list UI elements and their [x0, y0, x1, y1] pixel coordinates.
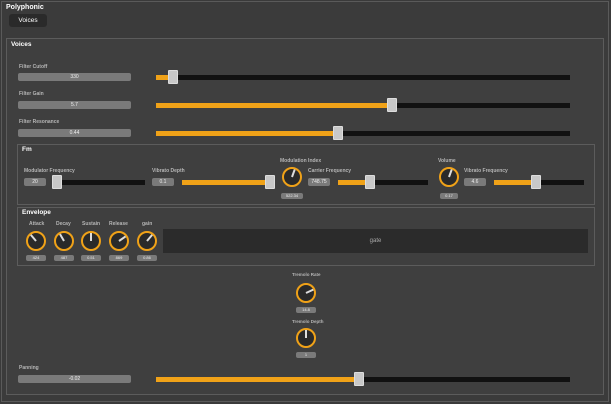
fm-panel [17, 144, 595, 205]
vibrato-depth-value[interactable]: 0.1 [152, 178, 174, 186]
carrier-frequency-value[interactable]: 748.75 [308, 178, 330, 186]
tab-voices[interactable]: Voices [9, 14, 47, 27]
knob-indicator [90, 233, 92, 241]
tremolo-rate-knob[interactable] [296, 283, 316, 303]
knob-indicator [305, 330, 307, 338]
slider-fill [156, 103, 392, 108]
gain-label: gain [142, 221, 153, 227]
tremolo-rate-value[interactable]: 14.8 [296, 307, 316, 313]
modulator-frequency-value[interactable]: 20 [24, 178, 46, 186]
sustain-label: Sustain [82, 221, 101, 227]
modulation-index-label: Modulation Index [280, 158, 322, 164]
slider-handle[interactable] [365, 175, 376, 189]
slider-handle[interactable] [353, 372, 364, 386]
vibrato-frequency-slider[interactable] [494, 175, 584, 189]
knob-indicator [30, 234, 37, 242]
decay-value[interactable]: 487 [54, 255, 74, 261]
tremolo-rate-label: Tremolo Rate [292, 272, 321, 277]
slider-handle[interactable] [386, 98, 397, 112]
vibrato-depth-slider[interactable] [182, 175, 275, 189]
sustain-knob[interactable] [81, 231, 101, 251]
modulator-frequency-slider[interactable] [52, 175, 145, 189]
attack-knob[interactable] [26, 231, 46, 251]
slider-fill [182, 180, 275, 185]
release-label: Release [109, 221, 128, 227]
volume-label: Volume [438, 158, 456, 164]
filter-resonance-slider[interactable] [156, 126, 570, 140]
filter-cutoff-label: Filter Cutoff [19, 64, 48, 70]
modulator-frequency-label: Modulator Frequency [24, 168, 75, 174]
tremolo-depth-label: Tremolo Depth [292, 319, 324, 324]
knob-indicator [118, 235, 127, 242]
volume-knob[interactable] [439, 167, 459, 187]
filter-cutoff-slider[interactable] [156, 70, 570, 84]
panning-value[interactable]: -0.02 [18, 375, 131, 383]
tremolo-depth-value[interactable]: 1 [296, 352, 316, 358]
envelope-title: Envelope [22, 209, 51, 216]
sustain-value[interactable]: 0.51 [81, 255, 101, 261]
release-value[interactable]: 869 [109, 255, 129, 261]
filter-resonance-label: Filter Resonance [19, 119, 60, 125]
slider-fill [494, 180, 537, 185]
gate-button[interactable]: gate [163, 229, 588, 253]
slider-handle[interactable] [333, 126, 344, 140]
fm-title: Fm [22, 146, 32, 153]
volume-value[interactable]: 0.17 [440, 193, 458, 199]
filter-resonance-value[interactable]: 0.44 [18, 129, 131, 137]
slider-handle[interactable] [167, 70, 178, 84]
slider-fill [156, 377, 359, 382]
slider-handle[interactable] [52, 175, 62, 189]
gain-value[interactable]: 0.86 [137, 255, 157, 261]
filter-gain-label: Filter Gain [19, 91, 44, 97]
slider-handle[interactable] [531, 175, 542, 189]
slider-fill [156, 131, 339, 136]
knob-indicator [146, 234, 153, 242]
voices-title: Voices [11, 41, 32, 48]
vibrato-frequency-label: Vibrato Frequency [464, 168, 508, 174]
app-title: Polyphonic [6, 4, 44, 11]
gate-label: gate [369, 238, 382, 244]
filter-gain-slider[interactable] [156, 98, 570, 112]
knob-indicator [291, 169, 296, 178]
knob-indicator [448, 169, 453, 178]
carrier-frequency-label: Carrier Frequency [308, 168, 352, 174]
gain-knob[interactable] [137, 231, 157, 251]
slider-handle[interactable] [265, 175, 275, 189]
release-knob[interactable] [109, 231, 129, 251]
vibrato-frequency-value[interactable]: 4.6 [464, 178, 486, 186]
panning-slider[interactable] [156, 372, 570, 386]
attack-value[interactable]: 424 [26, 255, 46, 261]
filter-cutoff-value[interactable]: 330 [18, 73, 131, 81]
attack-label: Attack [29, 221, 45, 227]
knob-indicator [305, 288, 314, 294]
vibrato-depth-label: Vibrato Depth [152, 168, 185, 174]
tremolo-depth-knob[interactable] [296, 328, 316, 348]
decay-label: Decay [56, 221, 71, 227]
knob-indicator [59, 233, 65, 242]
modulation-index-value[interactable]: 522.34 [281, 193, 303, 199]
panning-label: Panning [19, 365, 39, 371]
modulation-index-knob[interactable] [282, 167, 302, 187]
filter-gain-value[interactable]: 5.7 [18, 101, 131, 109]
decay-knob[interactable] [54, 231, 74, 251]
carrier-frequency-slider[interactable] [338, 175, 428, 189]
